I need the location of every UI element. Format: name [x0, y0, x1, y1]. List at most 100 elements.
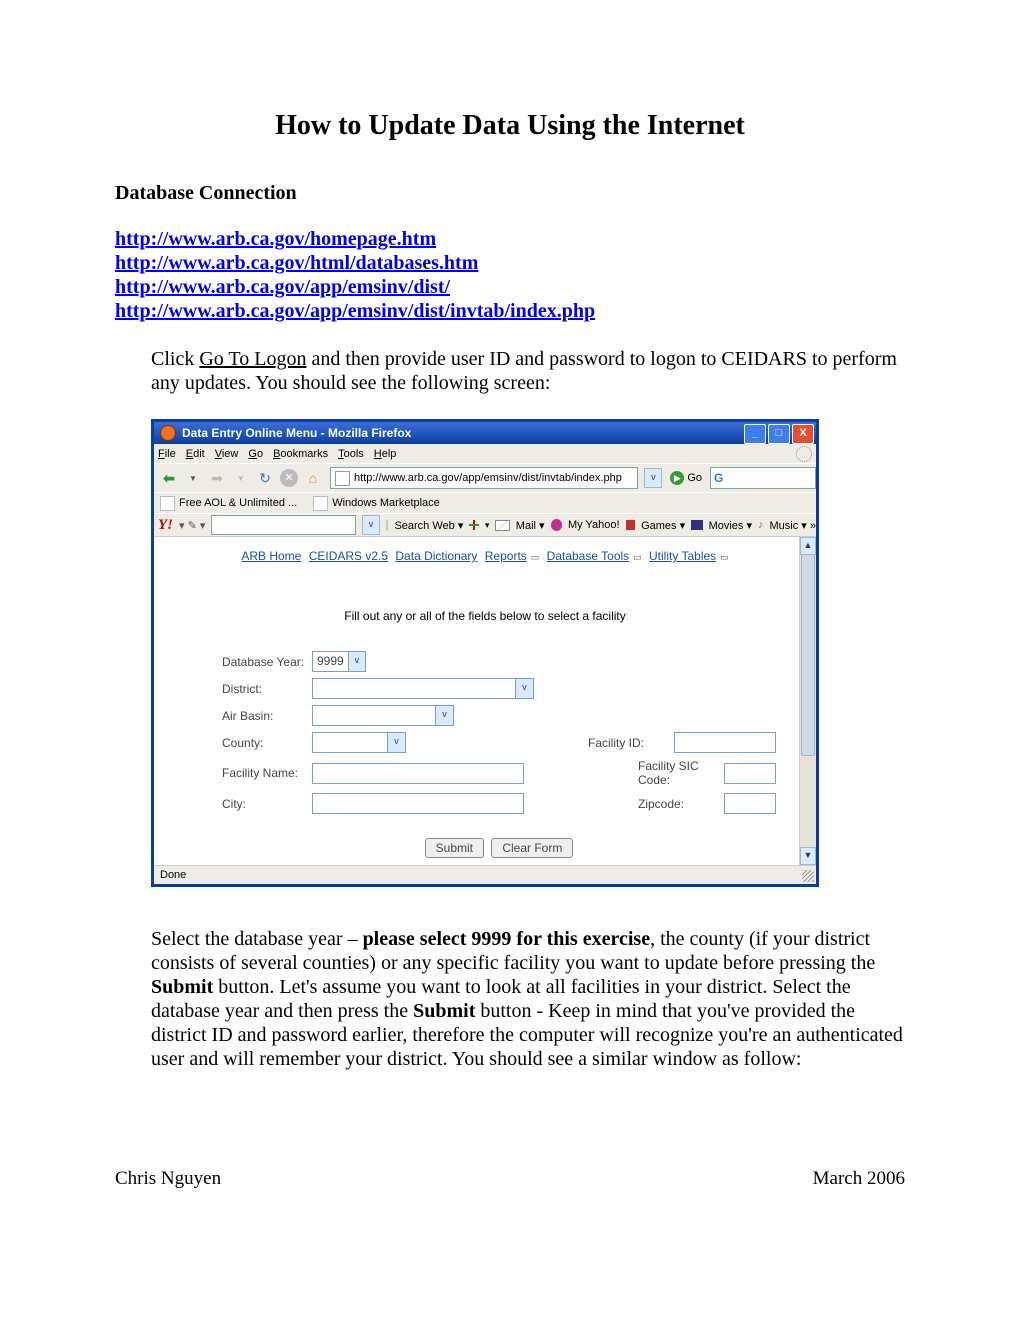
yahoo-search-dropdown[interactable]: v	[362, 515, 379, 535]
yahoo-mail[interactable]: Mail ▾	[516, 519, 545, 532]
status-text: Done	[160, 869, 186, 881]
page-icon	[160, 496, 175, 511]
forward-dropdown[interactable]: ▼	[230, 467, 252, 489]
yahoo-music-label: Music	[770, 520, 799, 532]
footer-date: March 2006	[813, 1168, 905, 1190]
pencil-icon[interactable]: ▾ ✎ ▾	[179, 519, 205, 532]
maximize-button[interactable]: □	[768, 424, 790, 444]
plus-icon[interactable]	[469, 520, 479, 530]
link-invtab-index[interactable]: http://www.arb.ca.gov/app/emsinv/dist/in…	[115, 300, 595, 322]
menu-bar: File Edit View Go Bookmarks Tools Help	[154, 444, 816, 463]
menu-bookmarks[interactable]: Bookmarks	[273, 448, 328, 460]
input-facility-name[interactable]	[312, 763, 524, 784]
yahoo-searchweb[interactable]: Search Web ▾	[394, 519, 463, 532]
dropdown-icon: ▭	[720, 552, 729, 562]
menu-edit[interactable]: Edit	[186, 448, 205, 460]
scroll-up-icon[interactable]: ▲	[800, 537, 816, 555]
link-emsinv-dist[interactable]: http://www.arb.ca.gov/app/emsinv/dist/	[115, 276, 450, 298]
nav-reports[interactable]: Reports	[485, 549, 527, 563]
scroll-thumb[interactable]	[801, 554, 815, 756]
form-instruction: Fill out any or all of the fields below …	[154, 609, 816, 623]
select-database-year[interactable]: 9999v	[312, 651, 366, 672]
link-list: http://www.arb.ca.gov/homepage.htm http:…	[115, 227, 905, 323]
mail-icon	[495, 520, 509, 531]
yahoo-my[interactable]: My Yahoo!	[568, 519, 620, 531]
label-city: City:	[222, 797, 312, 811]
movies-icon	[691, 520, 702, 530]
yahoo-logo-icon[interactable]: Y!	[158, 517, 173, 534]
music-icon: ♪	[758, 519, 764, 531]
chevron-down-icon: v	[435, 706, 453, 725]
browser-window: Data Entry Online Menu - Mozilla Firefox…	[151, 419, 819, 887]
link-databases[interactable]: http://www.arb.ca.gov/html/databases.htm	[115, 252, 478, 274]
select-county[interactable]: v	[312, 732, 406, 753]
vertical-scrollbar[interactable]: ▲ ▼	[799, 537, 816, 865]
yahoo-movies-label: Movies	[709, 520, 744, 532]
yahoo-search-input[interactable]	[211, 515, 356, 535]
app-nav-bar: ARB Home CEIDARS v2.5 Data Dictionary Re…	[154, 537, 816, 563]
bookmarks-toolbar: Free AOL & Unlimited ... Windows Marketp…	[154, 492, 816, 513]
nav-ceidars[interactable]: CEIDARS v2.5	[309, 549, 388, 563]
submit-button[interactable]: Submit	[425, 838, 484, 858]
menu-view[interactable]: View	[215, 448, 239, 460]
paragraph-intro-a: Click	[151, 348, 199, 370]
label-district: District:	[222, 682, 312, 696]
bookmark-windows-marketplace[interactable]: Windows Marketplace	[313, 496, 440, 511]
window-titlebar: Data Entry Online Menu - Mozilla Firefox…	[154, 422, 816, 444]
yahoo-toolbar: Y! ▾ ✎ ▾ v | Search Web ▾ ▾ Mail ▾ My Ya…	[154, 513, 816, 536]
nav-arb-home[interactable]: ARB Home	[241, 549, 301, 563]
throbber-icon	[796, 446, 812, 462]
input-sic-code[interactable]	[724, 763, 776, 784]
clear-form-button[interactable]: Clear Form	[491, 838, 573, 858]
bookmark-aol[interactable]: Free AOL & Unlimited ...	[160, 496, 297, 511]
window-title: Data Entry Online Menu - Mozilla Firefox	[182, 426, 411, 440]
chevron-down-icon: v	[515, 679, 533, 698]
resize-grip-icon[interactable]	[802, 870, 814, 882]
label-facility-id: Facility ID:	[588, 736, 668, 750]
scroll-down-icon[interactable]: ▼	[800, 847, 816, 865]
nav-data-dictionary[interactable]: Data Dictionary	[395, 549, 477, 563]
address-bar[interactable]: http://www.arb.ca.gov/app/emsinv/dist/in…	[330, 467, 638, 489]
select-district[interactable]: v	[312, 678, 534, 699]
address-dropdown[interactable]: v	[644, 468, 662, 488]
facility-form: Database Year: 9999v District: v Air Bas…	[222, 651, 776, 858]
games-icon	[626, 520, 636, 530]
browser-viewport: ▲ ▼ ARB Home CEIDARS v2.5 Data Dictionar…	[154, 536, 816, 865]
my-yahoo-icon	[551, 519, 562, 531]
page-icon	[335, 471, 350, 486]
go-label: Go	[687, 472, 702, 484]
menu-help[interactable]: Help	[374, 448, 397, 460]
yahoo-games-label: Games	[641, 520, 676, 532]
input-city[interactable]	[312, 793, 524, 814]
label-sic-code: Facility SIC Code:	[638, 759, 718, 787]
page-icon	[313, 496, 328, 511]
nav-utility-tables[interactable]: Utility Tables	[649, 549, 716, 563]
paragraph-intro: Click Go To Logon and then provide user …	[151, 347, 905, 395]
menu-file[interactable]: File	[158, 448, 176, 460]
yahoo-movies[interactable]: Movies ▾	[709, 519, 752, 532]
dropdown-icon: ▭	[633, 552, 642, 562]
stop-button[interactable]: ✕	[278, 467, 300, 489]
footer-author: Chris Nguyen	[115, 1168, 221, 1189]
menu-tools[interactable]: Tools	[338, 448, 364, 460]
minimize-button[interactable]: _	[744, 424, 766, 444]
go-button[interactable]: ▶Go	[670, 471, 702, 485]
close-button[interactable]: X	[792, 424, 814, 444]
yahoo-music[interactable]: Music ▾ »	[770, 519, 817, 532]
back-dropdown[interactable]: ▼	[182, 467, 204, 489]
menu-go[interactable]: Go	[248, 448, 263, 460]
section-heading: Database Connection	[115, 182, 905, 205]
input-facility-id[interactable]	[674, 732, 776, 753]
paragraph-instructions: Select the database year – please select…	[151, 927, 905, 1071]
page-footer: Chris Nguyen March 2006	[115, 1168, 905, 1190]
forward-button[interactable]: ➡	[206, 467, 228, 489]
input-zipcode[interactable]	[724, 793, 776, 814]
back-button[interactable]: ⬅	[158, 467, 180, 489]
select-air-basin[interactable]: v	[312, 705, 454, 726]
nav-database-tools[interactable]: Database Tools	[547, 549, 630, 563]
yahoo-games[interactable]: Games ▾	[641, 519, 685, 532]
home-button[interactable]: ⌂	[302, 467, 324, 489]
link-homepage[interactable]: http://www.arb.ca.gov/homepage.htm	[115, 228, 436, 250]
search-box[interactable]: G	[710, 467, 816, 489]
reload-button[interactable]: ↻	[254, 467, 276, 489]
